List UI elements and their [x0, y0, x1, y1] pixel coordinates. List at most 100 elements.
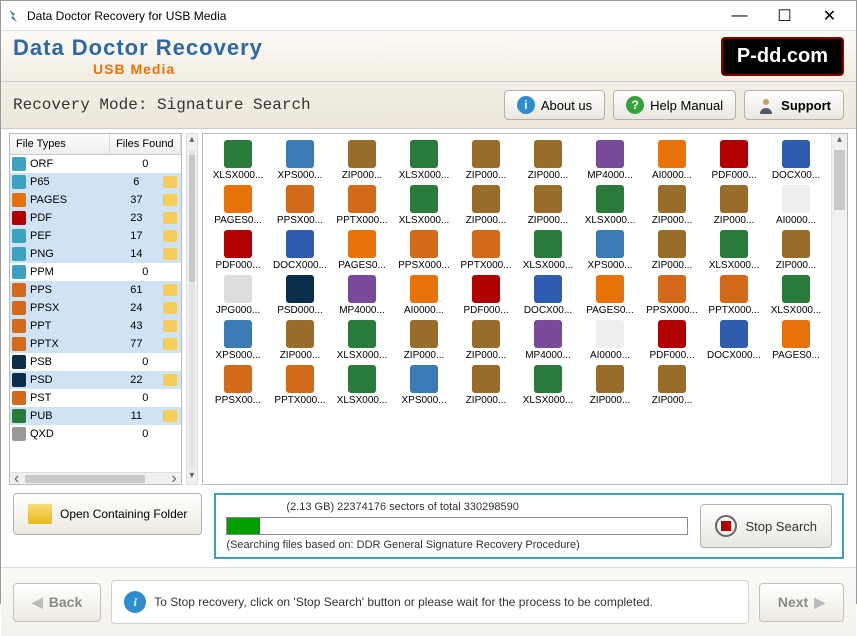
- file-item[interactable]: AI0000...: [767, 185, 825, 226]
- maximize-button[interactable]: ☐: [762, 2, 807, 30]
- stop-search-button[interactable]: Stop Search: [700, 504, 832, 548]
- file-icon: [410, 365, 438, 393]
- file-type-row[interactable]: PPM 0: [10, 263, 181, 281]
- file-item[interactable]: XPS000...: [581, 230, 639, 271]
- file-item[interactable]: XLSX000...: [395, 185, 453, 226]
- file-item[interactable]: PPSX000...: [643, 275, 701, 316]
- file-type-row[interactable]: PUB 11: [10, 407, 181, 425]
- file-item[interactable]: XPS000...: [395, 365, 453, 406]
- file-item[interactable]: ZIP000...: [395, 320, 453, 361]
- file-type-row[interactable]: ORF 0: [10, 155, 181, 173]
- file-item[interactable]: PDF000...: [457, 275, 515, 316]
- file-type-row[interactable]: PDF 23: [10, 209, 181, 227]
- file-item[interactable]: AI0000...: [581, 320, 639, 361]
- file-item[interactable]: ZIP000...: [767, 230, 825, 271]
- file-item[interactable]: XLSX000...: [767, 275, 825, 316]
- file-item[interactable]: ZIP000...: [457, 365, 515, 406]
- file-item[interactable]: PAGES0...: [581, 275, 639, 316]
- file-item[interactable]: PAGES0...: [333, 230, 391, 271]
- close-button[interactable]: ✕: [807, 2, 852, 30]
- file-type-row[interactable]: P65 6: [10, 173, 181, 191]
- file-item[interactable]: PPSX00...: [271, 185, 329, 226]
- help-manual-button[interactable]: ? Help Manual: [613, 90, 736, 120]
- file-item[interactable]: ZIP000...: [457, 185, 515, 226]
- file-item[interactable]: XLSX000...: [519, 230, 577, 271]
- file-type-row[interactable]: PST 0: [10, 389, 181, 407]
- file-item[interactable]: XLSX000...: [395, 140, 453, 181]
- files-found-header[interactable]: Files Found: [110, 134, 181, 154]
- file-type-count: 11: [110, 410, 163, 422]
- file-type-row[interactable]: PAGES 37: [10, 191, 181, 209]
- file-item[interactable]: ZIP000...: [643, 365, 701, 406]
- file-item[interactable]: ZIP000...: [705, 185, 763, 226]
- file-type-row[interactable]: PSD 22: [10, 371, 181, 389]
- file-item[interactable]: ZIP000...: [457, 140, 515, 181]
- file-item[interactable]: DOCX00...: [519, 275, 577, 316]
- file-item[interactable]: ZIP000...: [643, 185, 701, 226]
- file-type-row[interactable]: PEF 17: [10, 227, 181, 245]
- file-type-row[interactable]: PPS 61: [10, 281, 181, 299]
- info-icon: i: [517, 96, 535, 114]
- file-item[interactable]: PAGES0...: [767, 320, 825, 361]
- file-item[interactable]: PPSX000...: [395, 230, 453, 271]
- file-item[interactable]: XPS000...: [209, 320, 267, 361]
- file-type-row[interactable]: PNG 14: [10, 245, 181, 263]
- file-type-row[interactable]: PPT 43: [10, 317, 181, 335]
- file-name: PPSX000...: [646, 305, 698, 316]
- file-types-list[interactable]: ORF 0 P65 6 PAGES 37 PDF 23 PEF 17 PNG 1…: [10, 155, 181, 472]
- file-item[interactable]: ZIP000...: [643, 230, 701, 271]
- hint-text: To Stop recovery, click on 'Stop Search'…: [154, 595, 653, 609]
- file-type-row[interactable]: PPSX 24: [10, 299, 181, 317]
- back-button[interactable]: ◀ Back: [13, 583, 101, 622]
- file-item[interactable]: MP4000...: [519, 320, 577, 361]
- file-item[interactable]: XLSX000...: [333, 365, 391, 406]
- file-item[interactable]: XLSX000...: [333, 320, 391, 361]
- file-types-header[interactable]: File Types: [10, 134, 110, 154]
- file-item[interactable]: AI0000...: [395, 275, 453, 316]
- file-item[interactable]: PSD000...: [271, 275, 329, 316]
- file-item[interactable]: PDF000...: [643, 320, 701, 361]
- file-item[interactable]: DOCX00...: [767, 140, 825, 181]
- file-item[interactable]: PAGES0...: [209, 185, 267, 226]
- scroll-thumb[interactable]: [25, 475, 145, 483]
- file-item[interactable]: PPTX000...: [333, 185, 391, 226]
- file-item[interactable]: XLSX000...: [209, 140, 267, 181]
- file-item[interactable]: XLSX000...: [519, 365, 577, 406]
- file-item[interactable]: JPG000...: [209, 275, 267, 316]
- file-item[interactable]: PDF000...: [209, 230, 267, 271]
- file-item[interactable]: ZIP000...: [457, 320, 515, 361]
- file-item[interactable]: AI0000...: [643, 140, 701, 181]
- file-type-row[interactable]: PPTX 77: [10, 335, 181, 353]
- file-item[interactable]: MP4000...: [581, 140, 639, 181]
- minimize-button[interactable]: —: [717, 2, 762, 30]
- file-item[interactable]: PPSX00...: [209, 365, 267, 406]
- file-name: PPTX000...: [274, 395, 325, 406]
- file-item[interactable]: PDF000...: [705, 140, 763, 181]
- file-item[interactable]: XPS000...: [271, 140, 329, 181]
- left-vertical-scrollbar[interactable]: ▴ ▾: [186, 133, 198, 485]
- right-vertical-scrollbar[interactable]: ▴: [831, 134, 847, 484]
- next-button[interactable]: Next ▶: [759, 583, 844, 622]
- file-item[interactable]: XLSX000...: [705, 230, 763, 271]
- support-button[interactable]: Support: [744, 90, 844, 120]
- file-item[interactable]: PPTX000...: [457, 230, 515, 271]
- file-name: AI0000...: [404, 305, 444, 316]
- file-item[interactable]: ZIP000...: [519, 140, 577, 181]
- file-item[interactable]: PPTX000...: [705, 275, 763, 316]
- files-grid[interactable]: XLSX000... XPS000... ZIP000... XLSX000..…: [203, 134, 831, 484]
- file-item[interactable]: MP4000...: [333, 275, 391, 316]
- file-item[interactable]: ZIP000...: [333, 140, 391, 181]
- file-item[interactable]: ZIP000...: [271, 320, 329, 361]
- file-type-name: QXD: [30, 428, 110, 440]
- file-item[interactable]: XLSX000...: [581, 185, 639, 226]
- file-item[interactable]: PPTX000...: [271, 365, 329, 406]
- about-us-button[interactable]: i About us: [504, 90, 605, 120]
- horizontal-scrollbar[interactable]: ‹ ›: [10, 472, 181, 484]
- file-type-row[interactable]: PSB 0: [10, 353, 181, 371]
- file-item[interactable]: ZIP000...: [581, 365, 639, 406]
- file-item[interactable]: ZIP000...: [519, 185, 577, 226]
- file-item[interactable]: DOCX000...: [271, 230, 329, 271]
- file-type-row[interactable]: QXD 0: [10, 425, 181, 443]
- file-item[interactable]: DOCX000...: [705, 320, 763, 361]
- open-containing-folder-button[interactable]: Open Containing Folder: [13, 493, 202, 535]
